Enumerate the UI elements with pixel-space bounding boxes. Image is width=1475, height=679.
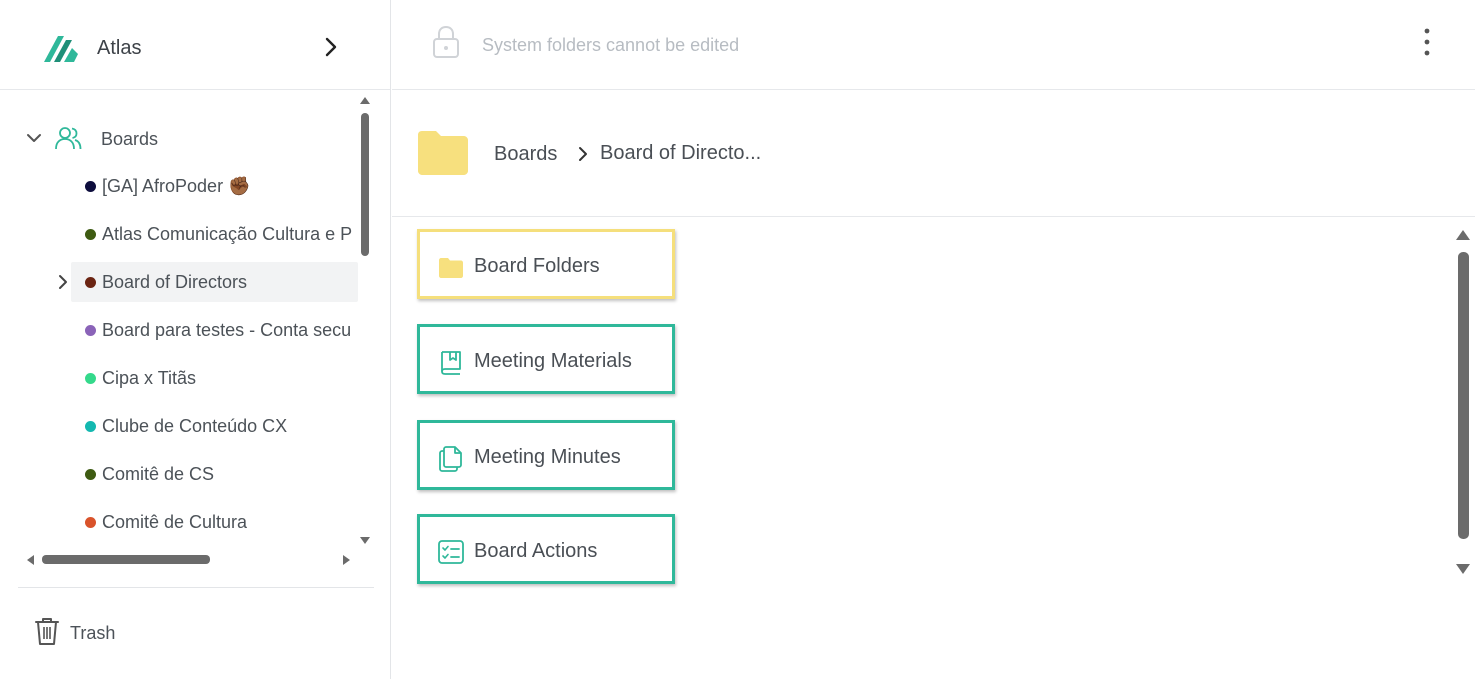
- chevron-right-icon[interactable]: [318, 34, 344, 60]
- top-bar: System folders cannot be edited: [392, 0, 1475, 90]
- trash-button[interactable]: Trash: [33, 616, 153, 648]
- breadcrumb-root[interactable]: Boards: [494, 143, 557, 166]
- divider: [18, 587, 374, 588]
- checklist-icon: [438, 540, 464, 564]
- board-item-selected[interactable]: Board of Directors: [59, 262, 358, 302]
- lock-icon: [433, 25, 459, 58]
- chevron-down-icon[interactable]: [24, 128, 44, 148]
- scroll-down-arrow[interactable]: [360, 537, 370, 544]
- card-label: Meeting Materials: [474, 350, 632, 372]
- documents-icon: [439, 446, 462, 472]
- breadcrumb: Boards Board of Directo...: [392, 91, 1475, 217]
- board-item-label: Board para testes - Conta secu: [102, 320, 352, 340]
- atlas-logo-icon: [44, 36, 78, 62]
- scroll-up-arrow[interactable]: [1456, 230, 1470, 240]
- tree-root-boards[interactable]: Boards: [18, 118, 358, 158]
- scroll-left-arrow[interactable]: [27, 555, 34, 565]
- boards-tree: Boards [GA] AfroPoder ✊🏾 Atlas Comunicaç…: [18, 92, 374, 550]
- chevron-right-icon: [579, 147, 587, 161]
- trash-icon: [35, 618, 59, 645]
- meeting-materials-card[interactable]: Meeting Materials: [417, 324, 675, 394]
- board-item-label: Clube de Conteúdo CX: [102, 416, 288, 436]
- tree-root-label: Boards: [101, 129, 159, 149]
- board-color-dot: [85, 517, 96, 528]
- board-item-label: Comitê de Cultura: [102, 512, 248, 532]
- breadcrumb-current: Board of Directo...: [600, 142, 762, 164]
- board-item[interactable]: Comitê de CS: [71, 454, 358, 494]
- board-color-dot: [85, 181, 96, 192]
- board-item[interactable]: Board para testes - Conta secu: [71, 310, 358, 350]
- board-color-dot: [85, 469, 96, 480]
- board-item[interactable]: Atlas Comunicação Cultura e P: [71, 214, 358, 254]
- board-color-dot: [85, 325, 96, 336]
- board-item[interactable]: Comitê de Cultura: [71, 502, 358, 542]
- board-item-label: Atlas Comunicação Cultura e P: [102, 224, 353, 244]
- brand-name: Atlas: [97, 37, 142, 59]
- board-color-dot: [85, 373, 96, 384]
- users-icon: [55, 127, 82, 150]
- scroll-right-arrow[interactable]: [343, 555, 350, 565]
- board-item-label: Comitê de CS: [102, 464, 215, 484]
- folder-cards: Board Folders Meeting Materials Meeting …: [392, 218, 1452, 679]
- folder-icon: [418, 131, 468, 175]
- scroll-down-arrow[interactable]: [1456, 564, 1470, 574]
- chevron-right-icon[interactable]: [53, 272, 73, 292]
- board-folders-card[interactable]: Board Folders: [417, 229, 675, 299]
- book-icon: [441, 351, 461, 375]
- board-actions-card[interactable]: Board Actions: [417, 514, 675, 584]
- main-vertical-scrollbar[interactable]: [1458, 252, 1469, 539]
- sidebar-vertical-scrollbar[interactable]: [361, 113, 369, 256]
- brand-header: Atlas: [0, 0, 390, 90]
- card-label: Board Folders: [474, 255, 600, 277]
- board-item[interactable]: [GA] AfroPoder ✊🏾: [71, 166, 358, 206]
- board-item[interactable]: Clube de Conteúdo CX: [71, 406, 358, 446]
- meeting-minutes-card[interactable]: Meeting Minutes: [417, 420, 675, 490]
- card-label: Board Actions: [474, 540, 598, 562]
- board-color-dot: [85, 277, 96, 288]
- sidebar-horizontal-scrollbar[interactable]: [42, 555, 210, 564]
- board-color-dot: [85, 229, 96, 240]
- trash-label: Trash: [70, 623, 116, 643]
- scroll-up-arrow[interactable]: [360, 97, 370, 104]
- board-item[interactable]: Cipa x Titãs: [71, 358, 358, 398]
- board-color-dot: [85, 421, 96, 432]
- folder-icon: [439, 258, 463, 278]
- sidebar: Atlas Boards [GA] AfroPoder ✊🏾 Atlas Com…: [0, 0, 391, 679]
- card-label: Meeting Minutes: [474, 446, 621, 468]
- more-vertical-icon[interactable]: [1414, 26, 1440, 60]
- board-item-label: Board of Directors: [102, 272, 248, 292]
- board-item-label: Cipa x Titãs: [102, 368, 197, 388]
- system-folder-message: System folders cannot be edited: [482, 35, 740, 55]
- board-item-label: [GA] AfroPoder ✊🏾: [102, 176, 251, 196]
